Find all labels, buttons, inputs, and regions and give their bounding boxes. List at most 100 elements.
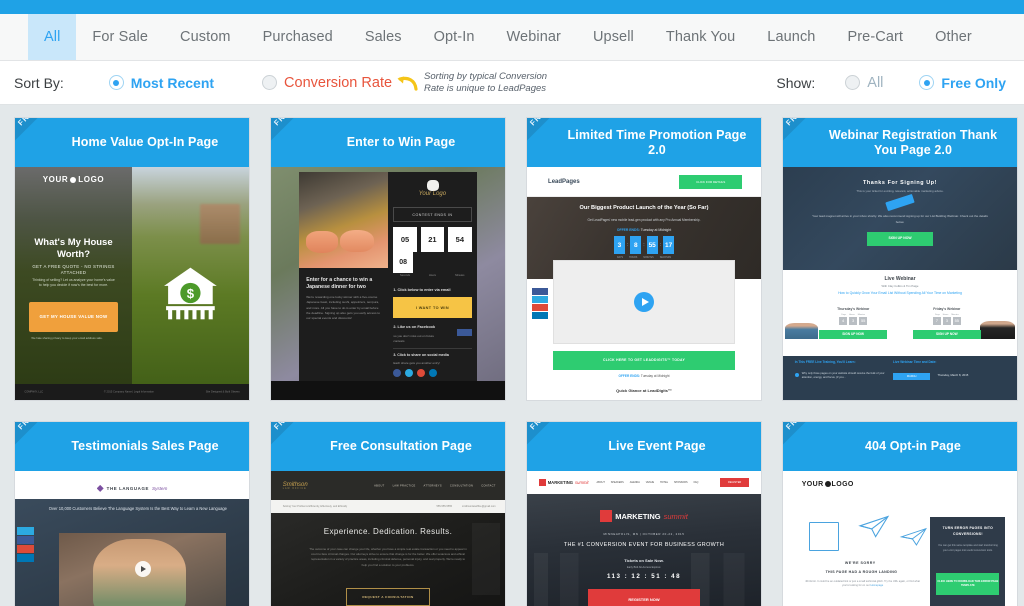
nav-item: CONSULTATION xyxy=(449,484,474,487)
thumb-logo: YOUR LOGO xyxy=(42,175,105,184)
card-thumbnail[interactable]: THE LANGUAGE System Over 10,000 Customer… xyxy=(15,471,249,606)
radio-show-free-only[interactable] xyxy=(919,75,935,90)
free-ribbon-label: FREE xyxy=(272,422,296,431)
top-accent-bar xyxy=(0,0,1024,14)
tab-label: All xyxy=(44,29,61,45)
timer-label: Days xyxy=(935,313,940,316)
promo-panel: TURN ERROR PAGES INTO CONVERSIONS! You c… xyxy=(930,517,1006,606)
tab-opt-in[interactable]: Opt-In xyxy=(418,14,491,60)
thumb-subnav: Solving Your Problems Efficiently, Effec… xyxy=(271,500,505,514)
radio-most-recent[interactable] xyxy=(108,75,124,90)
card-thumbnail[interactable]: MARKETING summit ABOUT SPEAKERS AGENDA V… xyxy=(527,471,761,606)
sort-option-conversion-rate[interactable]: Conversion Rate xyxy=(262,75,392,91)
thumb-hero: Thanks For Signing Up! This is your tick… xyxy=(783,167,1017,270)
phone-number: 555-555-5555 xyxy=(436,505,453,509)
sort-option-most-recent[interactable]: Most Recent xyxy=(108,75,214,91)
nav-item: AGENDA xyxy=(629,481,640,485)
tab-other[interactable]: Other xyxy=(919,14,988,60)
template-card-enter-to-win[interactable]: FREE Enter to Win Page Enter for a chanc… xyxy=(270,117,506,401)
card-header: FREE Home Value Opt-In Page xyxy=(15,118,249,167)
countdown-digit: 8 xyxy=(630,236,642,255)
nav-item: SPEAKERS xyxy=(610,481,624,485)
radio-show-all[interactable] xyxy=(845,75,861,90)
thumb-logo: Your Logo xyxy=(418,190,447,197)
tab-webinar[interactable]: Webinar xyxy=(491,14,577,60)
template-card-limited-time-promotion[interactable]: FREE Limited Time Promotion Page 2.0 Lea… xyxy=(526,117,762,401)
thumb-navbar: MARKETING summit ABOUT SPEAKERS AGENDA V… xyxy=(527,471,761,495)
thumb-subhead: Get LeadPages' new mobile lead-gen produ… xyxy=(587,218,701,223)
tab-sales[interactable]: Sales xyxy=(349,14,418,60)
nav-menu: ABOUT LAW PRACTICE ATTORNEYS CONSULTATIO… xyxy=(374,484,496,487)
timer-label: Minutes xyxy=(951,313,959,316)
template-card-live-event[interactable]: FREE Live Event Page MARKETING summit AB… xyxy=(526,421,762,606)
tab-label: Pre-Cart xyxy=(847,29,904,45)
thumb-bottom-section: In This FREE Live Training, You'll Learn… xyxy=(783,355,1017,400)
card-title: Limited Time Promotion Page 2.0 xyxy=(567,127,747,157)
template-card-webinar-thank-you[interactable]: FREE Webinar Registration Thank You Page… xyxy=(782,117,1018,401)
linkedin-icon xyxy=(429,368,438,377)
tab-label: Webinar xyxy=(506,29,561,45)
thumb-headline: Our Biggest Product Launch of the Year (… xyxy=(579,205,709,212)
tab-thank-you[interactable]: Thank You xyxy=(650,14,751,60)
template-card-404-opt-in[interactable]: FREE 404 Opt-in Page YOURLOGO WE'RE SORR… xyxy=(782,421,1018,606)
card-thumbnail[interactable]: YOUR LOGO What's My House Worth? GET A FR… xyxy=(15,167,249,400)
email-address: smithsonlawoffice@gmail.com xyxy=(462,505,496,509)
sort-conversion-rate-label: Conversion Rate xyxy=(284,74,393,91)
thumb-navbar: Smithson LAW OFFICE ABOUT LAW PRACTICE A… xyxy=(271,471,505,500)
twitter-icon xyxy=(17,526,34,535)
thumb-cta-button: REQUEST A CONSULTATION xyxy=(345,588,431,606)
card-thumbnail[interactable]: YOUR LOGO WE'RE SORRY THIS PAGE HAD A ROU… xyxy=(783,471,1017,606)
timer-digit: 55 xyxy=(952,316,961,325)
thumb-subhead: GET A FREE QUOTE - NO STRINGS ATTACHED xyxy=(32,263,115,276)
thumb-logo: YOUR LOGO xyxy=(801,481,854,489)
card-thumbnail[interactable]: Smithson LAW OFFICE ABOUT LAW PRACTICE A… xyxy=(271,471,505,606)
tab-for-sale[interactable]: For Sale xyxy=(76,14,164,60)
thumb-headline: Thanks For Signing Up! xyxy=(863,180,937,187)
nav-item: CONTACT xyxy=(481,484,496,487)
step-3-label: 3. Click to share on social media xyxy=(393,353,449,358)
thumb-cta-button: GET MY HOUSE VALUE NOW xyxy=(29,302,118,333)
contest-ends-label: CONTEST ENDS IN xyxy=(393,207,472,222)
thumb-body: Your lead magnet will arrive in your inb… xyxy=(812,214,988,224)
thumb-logo: THE LANGUAGE System xyxy=(15,478,249,499)
video-thumbnail xyxy=(59,532,226,606)
card-thumbnail[interactable]: Thanks For Signing Up! This is your tick… xyxy=(783,167,1017,400)
template-card-free-consultation[interactable]: FREE Free Consultation Page Smithson LAW… xyxy=(270,421,506,606)
tab-custom[interactable]: Custom xyxy=(164,14,247,60)
tab-pre-cart[interactable]: Pre-Cart xyxy=(831,14,919,60)
panel-cta-button: CLICK HERE TO DOWNLOAD THIS ERROR PAGE T… xyxy=(936,573,1000,595)
countdown-label: HOURS xyxy=(629,256,638,259)
card-title: Webinar Registration Thank You Page 2.0 xyxy=(828,127,998,157)
social-icons xyxy=(17,526,34,563)
thumb-navbar: LeadPages CLICK FOR DETAILS xyxy=(527,167,761,198)
card-thumbnail[interactable]: Enter for a chance to win a Japanese din… xyxy=(271,167,505,400)
radio-conversion-rate[interactable] xyxy=(262,75,278,90)
logo-primary: MARKETING xyxy=(547,480,574,486)
card-header: FREE Free Consultation Page xyxy=(271,422,505,471)
tab-all[interactable]: All xyxy=(28,14,77,60)
countdown-digit: 08 xyxy=(393,252,413,274)
template-card-testimonials-sales[interactable]: FREE Testimonials Sales Page THE LANGUAG… xyxy=(14,421,250,606)
thumb-headline-2: THIS PAGE HAD A ROUGH LANDING xyxy=(825,569,898,574)
mid-subtitle: With Clay Collins & Tim Paige xyxy=(881,284,919,289)
show-option-all[interactable]: All xyxy=(845,75,883,91)
free-ribbon: FREE xyxy=(783,422,830,454)
template-card-home-value[interactable]: FREE Home Value Opt-In Page YOURLOGO Wha… xyxy=(14,117,250,401)
tab-upsell[interactable]: Upsell xyxy=(577,14,650,60)
thumb-footer: COMPANY, LLC © 2015 Company Name | Legal… xyxy=(15,383,249,400)
show-option-free-only[interactable]: Free Only xyxy=(919,75,1006,91)
divider xyxy=(393,347,472,349)
show-free-only-label: Free Only xyxy=(941,74,1006,91)
tab-label: Launch xyxy=(767,29,816,45)
timer-digit: 3 xyxy=(849,316,858,325)
card-thumbnail[interactable]: LeadPages CLICK FOR DETAILS Our Biggest … xyxy=(527,167,761,400)
offer-ends-value: Tuesday at Midnight xyxy=(640,228,672,233)
card-title: Enter to Win Page xyxy=(346,135,456,149)
tab-purchased[interactable]: Purchased xyxy=(247,14,349,60)
thumb-panel: Enter for a chance to win a Japanese din… xyxy=(299,171,477,382)
countdown-digit: 55 xyxy=(646,236,658,255)
tab-launch[interactable]: Launch xyxy=(751,14,831,60)
bottom-right-title: Live Webinar Time and Date: xyxy=(892,360,937,365)
tab-label: Upsell xyxy=(592,29,634,45)
countdown-label: DAYS xyxy=(616,256,624,259)
